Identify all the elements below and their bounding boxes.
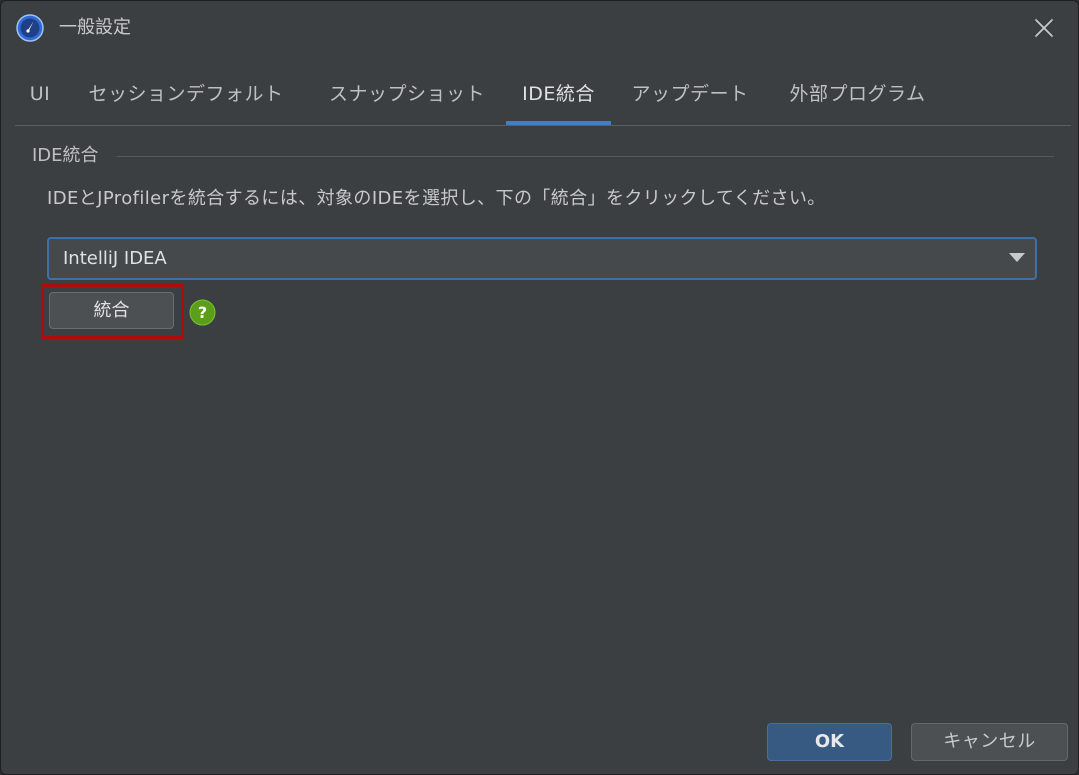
tab-external-programs[interactable]: 外部プログラム	[784, 71, 931, 124]
cancel-button[interactable]: キャンセル	[911, 723, 1068, 761]
ide-select-value: IntelliJ IDEA	[63, 248, 167, 269]
close-button[interactable]	[1029, 13, 1059, 43]
help-icon[interactable]: ?	[189, 299, 216, 326]
group-divider	[117, 156, 1054, 157]
integration-description: IDEとJProfilerを統合するには、対象のIDEを選択し、下の「統合」をク…	[47, 188, 826, 209]
window-title: 一般設定	[59, 17, 131, 38]
tab-bar: UI セッションデフォルト スナップショット IDE統合 アップデート 外部プロ…	[15, 71, 1071, 126]
tab-updates[interactable]: アップデート	[627, 71, 753, 124]
ok-button[interactable]: OK	[767, 723, 892, 761]
settings-dialog: 一般設定 UI セッションデフォルト スナップショット IDE統合 アップデート…	[0, 0, 1079, 775]
close-icon	[1035, 19, 1053, 37]
svg-text:?: ?	[198, 303, 207, 322]
tab-session-defaults[interactable]: セッションデフォルト	[81, 71, 291, 124]
group-title: IDE統合	[32, 145, 99, 166]
gauge-icon	[16, 14, 44, 42]
tab-ide-integration[interactable]: IDE統合	[506, 71, 611, 125]
title-bar[interactable]: 一般設定	[1, 1, 1078, 55]
tab-snapshots[interactable]: スナップショット	[323, 71, 491, 124]
chevron-down-icon	[1009, 253, 1025, 262]
ide-select[interactable]: IntelliJ IDEA	[47, 237, 1037, 280]
integrate-button[interactable]: 統合	[49, 292, 174, 329]
tab-ui[interactable]: UI	[29, 71, 51, 124]
